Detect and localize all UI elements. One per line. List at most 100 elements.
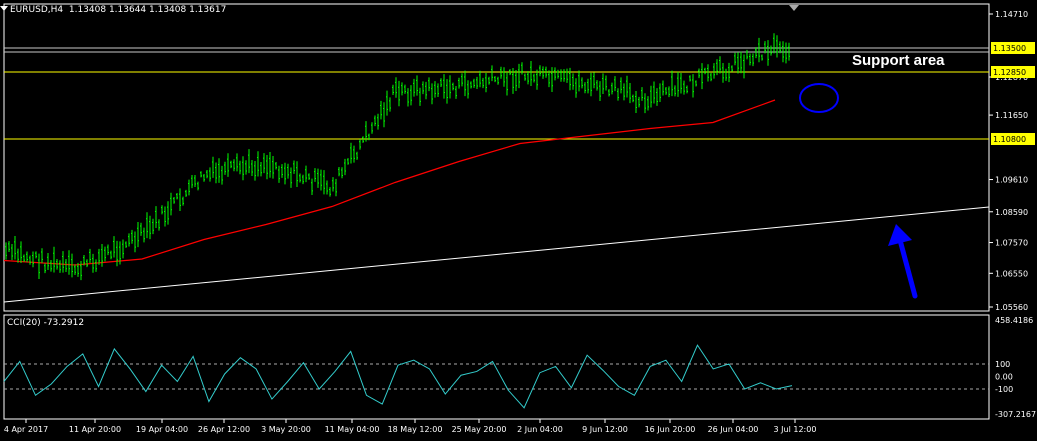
time-axis-label: 11 Apr 20:00	[69, 425, 121, 434]
price-bar	[758, 37, 760, 63]
symbol-dropdown-icon[interactable]	[0, 6, 8, 11]
price-bar	[236, 153, 238, 172]
price-bar	[695, 80, 697, 87]
price-bar	[41, 248, 43, 264]
price-bar	[527, 71, 529, 85]
price-line-label: 1.12850	[993, 68, 1026, 77]
support-area-annotation: Support area	[852, 52, 945, 69]
price-bar	[479, 70, 481, 88]
price-bar	[461, 73, 463, 87]
price-bar	[494, 76, 496, 83]
price-bar	[746, 49, 748, 60]
price-bar	[713, 63, 715, 79]
cci-line	[3, 344, 793, 409]
price-bar	[227, 153, 229, 177]
price-bar	[74, 264, 76, 275]
price-bar	[122, 239, 124, 259]
price-bar	[113, 236, 115, 258]
price-bar	[779, 41, 781, 54]
time-axis-label: 4 Apr 2017	[4, 425, 48, 434]
price-bar	[575, 78, 577, 98]
price-bar	[14, 235, 16, 260]
price-bar	[308, 173, 310, 180]
price-bar	[767, 40, 769, 66]
time-axis-label: 2 Jun 04:00	[517, 425, 563, 434]
price-bar	[269, 151, 271, 178]
price-bar	[644, 93, 646, 114]
price-bar	[62, 251, 64, 273]
price-bar	[581, 77, 583, 89]
price-bar	[305, 165, 307, 183]
time-axis-label: 18 May 12:00	[388, 425, 443, 434]
price-bar	[290, 167, 292, 188]
price-bar	[326, 180, 328, 195]
price-bar	[68, 250, 70, 275]
price-bar	[536, 69, 538, 90]
price-bar	[683, 80, 685, 95]
price-bar	[38, 253, 40, 280]
price-bar	[755, 47, 757, 59]
price-bar	[395, 77, 397, 98]
price-bar	[497, 76, 499, 85]
cci-name: CCI(20)	[7, 318, 41, 328]
price-bar	[71, 253, 73, 278]
price-bar	[716, 59, 718, 76]
price-bar	[50, 260, 52, 272]
price-bar	[320, 169, 322, 191]
price-bar	[275, 161, 277, 170]
price-bar	[500, 66, 502, 79]
price-bar	[53, 246, 55, 273]
price-bar	[470, 81, 472, 89]
price-bar	[488, 76, 490, 85]
price-bar	[464, 70, 466, 97]
price-bar	[383, 102, 385, 128]
price-bar	[665, 87, 667, 95]
price-bar	[722, 62, 724, 83]
price-bar	[650, 85, 652, 108]
symbol-name: EURUSD,H4	[10, 5, 64, 15]
price-bar	[266, 154, 268, 180]
price-bar	[17, 248, 19, 263]
price-bar	[347, 158, 349, 165]
price-bar	[287, 163, 289, 179]
price-bar	[224, 161, 226, 175]
price-bar	[245, 160, 247, 175]
price-bar	[44, 263, 46, 274]
price-bar	[146, 212, 148, 239]
moving-average-line	[3, 99, 776, 266]
price-bar	[707, 64, 709, 82]
price-bar	[173, 196, 175, 204]
price-bar	[332, 177, 334, 192]
price-bar	[620, 77, 622, 94]
price-bar	[749, 53, 751, 66]
time-axis-label: 9 Jun 12:00	[582, 425, 628, 434]
price-bar	[569, 67, 571, 91]
price-bar	[164, 206, 166, 227]
price-bar	[179, 188, 181, 212]
price-bar	[242, 156, 244, 181]
price-bar	[203, 173, 205, 182]
price-bar	[128, 233, 130, 247]
time-axis-label: 11 May 04:00	[325, 425, 380, 434]
price-bar	[215, 162, 217, 184]
price-bar	[530, 61, 532, 86]
price-bar	[218, 158, 220, 183]
cci-panel-frame	[3, 314, 990, 420]
price-bar	[95, 259, 97, 272]
price-bar	[731, 65, 733, 72]
price-bar	[752, 53, 754, 67]
price-bar	[485, 73, 487, 93]
price-axis-label: 1.11650	[995, 111, 1028, 120]
price-bar	[521, 62, 523, 75]
price-bar	[263, 153, 265, 174]
price-bar	[89, 248, 91, 264]
price-bar	[158, 219, 160, 231]
price-bar	[473, 78, 475, 88]
price-bar	[533, 73, 535, 83]
price-bar	[338, 167, 340, 177]
price-bar	[446, 79, 448, 104]
price-bar	[599, 81, 601, 102]
price-bar	[428, 77, 430, 92]
price-bar	[608, 89, 610, 97]
price-bar	[386, 90, 388, 116]
